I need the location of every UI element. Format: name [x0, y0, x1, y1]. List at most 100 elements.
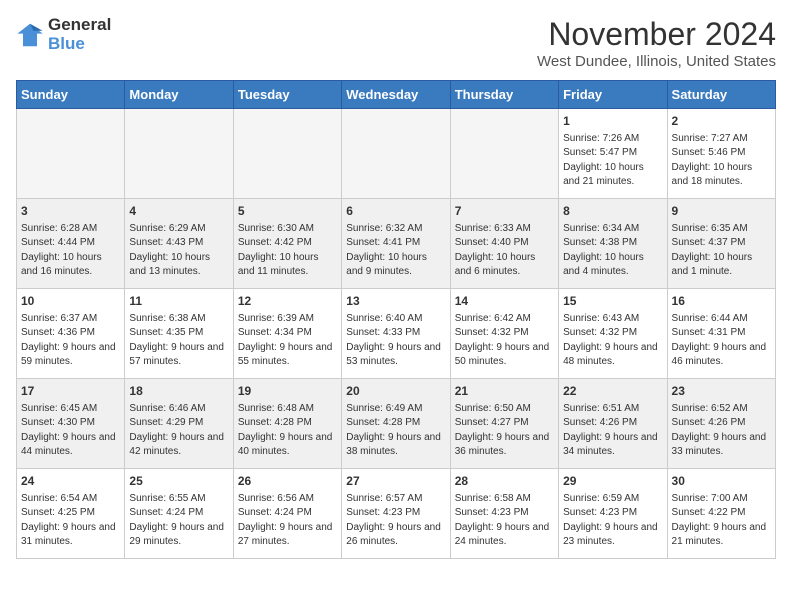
day-number: 20	[346, 383, 445, 400]
calendar-table: SundayMondayTuesdayWednesdayThursdayFrid…	[16, 80, 776, 559]
day-number: 27	[346, 473, 445, 490]
calendar-week-4: 17 Sunrise: 6:45 AM Sunset: 4:30 PM Dayli…	[17, 379, 776, 469]
day-info: Sunrise: 6:34 AM Sunset: 4:38 PM Dayligh…	[563, 222, 662, 280]
day-number: 9	[672, 203, 771, 220]
calendar-cell: 9 Sunrise: 6:35 AM Sunset: 4:37 PM Daylig…	[667, 199, 775, 289]
day-info: Sunrise: 6:42 AM Sunset: 4:32 PM Dayligh…	[455, 312, 554, 370]
day-info: Sunrise: 7:27 AM Sunset: 5:46 PM Dayligh…	[672, 132, 771, 190]
calendar-cell: 29Sunrise: 6:59 AM Sunset: 4:23 PM Dayli…	[559, 469, 667, 559]
calendar-cell: 22 Sunrise: 6:51 AM Sunset: 4:26 PM Dayli…	[559, 379, 667, 469]
day-number: 26	[238, 473, 337, 490]
day-info: Sunrise: 6:28 AM Sunset: 4:44 PM Dayligh…	[21, 222, 120, 280]
day-number: 5	[238, 203, 337, 220]
page-subtitle: West Dundee, Illinois, United States	[537, 53, 776, 70]
calendar-cell: 20 Sunrise: 6:49 AM Sunset: 4:28 PM Dayli…	[342, 379, 450, 469]
calendar-cell: 13 Sunrise: 6:40 AM Sunset: 4:33 PM Dayli…	[342, 289, 450, 379]
day-number: 8	[563, 203, 662, 220]
calendar-cell: 28Sunrise: 6:58 AM Sunset: 4:23 PM Dayli…	[450, 469, 558, 559]
day-number: 10	[21, 293, 120, 310]
day-number: 4	[129, 203, 228, 220]
calendar-cell: 3 Sunrise: 6:28 AM Sunset: 4:44 PM Daylig…	[17, 199, 125, 289]
day-info: Sunrise: 6:56 AM Sunset: 4:24 PM Dayligh…	[238, 492, 337, 550]
day-info: Sunrise: 6:52 AM Sunset: 4:26 PM Dayligh…	[672, 402, 771, 460]
calendar-header-tuesday: Tuesday	[233, 81, 341, 109]
calendar-cell: 15 Sunrise: 6:43 AM Sunset: 4:32 PM Dayli…	[559, 289, 667, 379]
day-info: Sunrise: 6:50 AM Sunset: 4:27 PM Dayligh…	[455, 402, 554, 460]
calendar-cell: 16Sunrise: 6:44 AM Sunset: 4:31 PM Dayli…	[667, 289, 775, 379]
day-info: Sunrise: 6:38 AM Sunset: 4:35 PM Dayligh…	[129, 312, 228, 370]
calendar-header-thursday: Thursday	[450, 81, 558, 109]
calendar-cell: 14 Sunrise: 6:42 AM Sunset: 4:32 PM Dayli…	[450, 289, 558, 379]
day-info: Sunrise: 7:26 AM Sunset: 5:47 PM Dayligh…	[563, 132, 662, 190]
calendar-cell: 21 Sunrise: 6:50 AM Sunset: 4:27 PM Dayli…	[450, 379, 558, 469]
calendar-cell: 10Sunrise: 6:37 AM Sunset: 4:36 PM Dayli…	[17, 289, 125, 379]
day-number: 21	[455, 383, 554, 400]
day-info: Sunrise: 6:32 AM Sunset: 4:41 PM Dayligh…	[346, 222, 445, 280]
day-number: 2	[672, 113, 771, 130]
calendar-cell: 17 Sunrise: 6:45 AM Sunset: 4:30 PM Dayli…	[17, 379, 125, 469]
calendar-cell: 5 Sunrise: 6:30 AM Sunset: 4:42 PM Daylig…	[233, 199, 341, 289]
day-number: 13	[346, 293, 445, 310]
logo-icon	[16, 21, 44, 49]
calendar-cell	[125, 109, 233, 199]
day-number: 3	[21, 203, 120, 220]
calendar-cell: 23 Sunrise: 6:52 AM Sunset: 4:26 PM Dayli…	[667, 379, 775, 469]
calendar-cell: 1 Sunrise: 7:26 AM Sunset: 5:47 PM Daylig…	[559, 109, 667, 199]
calendar-cell: 2 Sunrise: 7:27 AM Sunset: 5:46 PM Daylig…	[667, 109, 775, 199]
calendar-cell: 26 Sunrise: 6:56 AM Sunset: 4:24 PM Dayli…	[233, 469, 341, 559]
day-number: 14	[455, 293, 554, 310]
day-number: 15	[563, 293, 662, 310]
calendar-cell: 19 Sunrise: 6:48 AM Sunset: 4:28 PM Dayli…	[233, 379, 341, 469]
day-info: Sunrise: 6:43 AM Sunset: 4:32 PM Dayligh…	[563, 312, 662, 370]
page-title: November 2024	[537, 16, 776, 53]
calendar-cell	[233, 109, 341, 199]
calendar-cell: 4Sunrise: 6:29 AM Sunset: 4:43 PM Daylig…	[125, 199, 233, 289]
calendar-cell	[450, 109, 558, 199]
day-info: Sunrise: 6:49 AM Sunset: 4:28 PM Dayligh…	[346, 402, 445, 460]
day-number: 23	[672, 383, 771, 400]
calendar-cell: 11 Sunrise: 6:38 AM Sunset: 4:35 PM Dayli…	[125, 289, 233, 379]
day-info: Sunrise: 6:40 AM Sunset: 4:33 PM Dayligh…	[346, 312, 445, 370]
calendar-header-saturday: Saturday	[667, 81, 775, 109]
day-number: 16	[672, 293, 771, 310]
day-info: Sunrise: 6:30 AM Sunset: 4:42 PM Dayligh…	[238, 222, 337, 280]
logo: General Blue	[16, 16, 111, 53]
calendar-header-wednesday: Wednesday	[342, 81, 450, 109]
day-info: Sunrise: 6:46 AM Sunset: 4:29 PM Dayligh…	[129, 402, 228, 460]
calendar-cell: 25Sunrise: 6:55 AM Sunset: 4:24 PM Dayli…	[125, 469, 233, 559]
day-info: Sunrise: 6:35 AM Sunset: 4:37 PM Dayligh…	[672, 222, 771, 280]
calendar-header-row: SundayMondayTuesdayWednesdayThursdayFrid…	[17, 81, 776, 109]
day-info: Sunrise: 6:33 AM Sunset: 4:40 PM Dayligh…	[455, 222, 554, 280]
calendar-cell: 7Sunrise: 6:33 AM Sunset: 4:40 PM Daylig…	[450, 199, 558, 289]
day-number: 6	[346, 203, 445, 220]
calendar-cell	[342, 109, 450, 199]
day-number: 24	[21, 473, 120, 490]
calendar-week-1: 1 Sunrise: 7:26 AM Sunset: 5:47 PM Daylig…	[17, 109, 776, 199]
day-info: Sunrise: 6:55 AM Sunset: 4:24 PM Dayligh…	[129, 492, 228, 550]
day-number: 30	[672, 473, 771, 490]
calendar-header-friday: Friday	[559, 81, 667, 109]
day-number: 1	[563, 113, 662, 130]
day-info: Sunrise: 6:48 AM Sunset: 4:28 PM Dayligh…	[238, 402, 337, 460]
day-number: 28	[455, 473, 554, 490]
day-info: Sunrise: 6:51 AM Sunset: 4:26 PM Dayligh…	[563, 402, 662, 460]
calendar-week-5: 24Sunrise: 6:54 AM Sunset: 4:25 PM Dayli…	[17, 469, 776, 559]
day-number: 22	[563, 383, 662, 400]
logo-text: General Blue	[48, 16, 111, 53]
calendar-header-monday: Monday	[125, 81, 233, 109]
calendar-cell: 18Sunrise: 6:46 AM Sunset: 4:29 PM Dayli…	[125, 379, 233, 469]
day-number: 19	[238, 383, 337, 400]
calendar-cell: 24Sunrise: 6:54 AM Sunset: 4:25 PM Dayli…	[17, 469, 125, 559]
title-section: November 2024 West Dundee, Illinois, Uni…	[537, 16, 776, 70]
day-number: 17	[21, 383, 120, 400]
day-info: Sunrise: 6:59 AM Sunset: 4:23 PM Dayligh…	[563, 492, 662, 550]
calendar-cell: 6 Sunrise: 6:32 AM Sunset: 4:41 PM Daylig…	[342, 199, 450, 289]
day-number: 11	[129, 293, 228, 310]
day-number: 12	[238, 293, 337, 310]
calendar-header-sunday: Sunday	[17, 81, 125, 109]
day-info: Sunrise: 6:57 AM Sunset: 4:23 PM Dayligh…	[346, 492, 445, 550]
calendar-cell: 12Sunrise: 6:39 AM Sunset: 4:34 PM Dayli…	[233, 289, 341, 379]
day-info: Sunrise: 7:00 AM Sunset: 4:22 PM Dayligh…	[672, 492, 771, 550]
calendar-cell: 27 Sunrise: 6:57 AM Sunset: 4:23 PM Dayli…	[342, 469, 450, 559]
day-info: Sunrise: 6:45 AM Sunset: 4:30 PM Dayligh…	[21, 402, 120, 460]
